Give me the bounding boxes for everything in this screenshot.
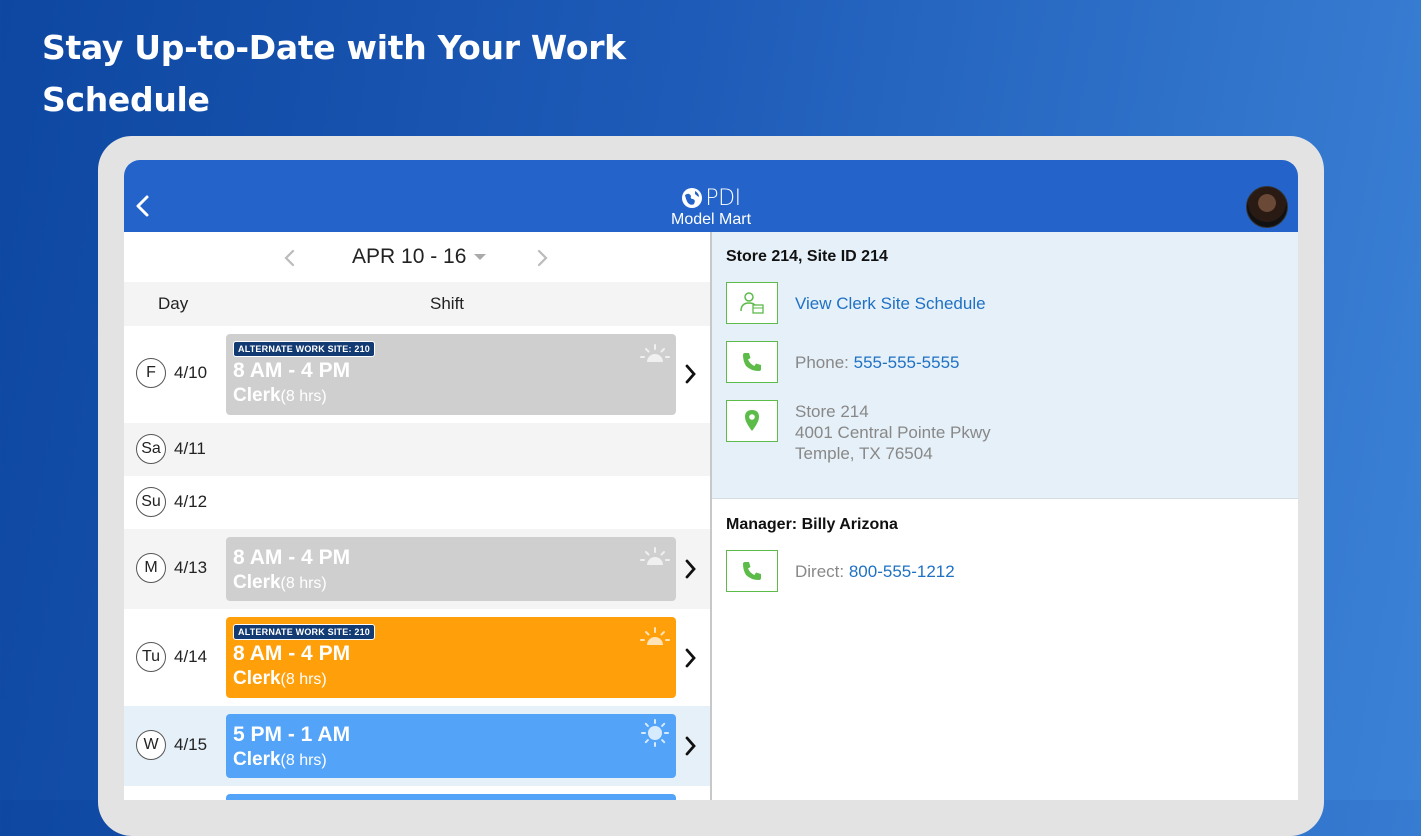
headline-line-2: Schedule bbox=[42, 80, 210, 119]
shift-card-thu[interactable] bbox=[226, 794, 676, 800]
brand-name: PDI bbox=[705, 185, 741, 211]
globe-icon bbox=[682, 188, 703, 208]
shift-card-fri[interactable]: ALTERNATE WORK SITE: 210 8 AM - 4 PM Cle… bbox=[226, 334, 676, 415]
brand-subtitle: Model Mart bbox=[670, 211, 752, 228]
day-column-header: Day bbox=[158, 294, 189, 313]
day-row-sun: Su 4/12 bbox=[124, 476, 710, 529]
site-schedule-button[interactable] bbox=[726, 282, 778, 324]
column-header: Day Shift bbox=[124, 282, 710, 327]
chevron-right-icon bbox=[537, 249, 548, 267]
shift-time: 8 AM - 4 PM bbox=[233, 642, 351, 665]
map-pin-icon bbox=[745, 410, 759, 431]
sunrise-icon bbox=[640, 627, 670, 645]
chevron-left-icon bbox=[136, 195, 149, 217]
phone-label: Phone: bbox=[795, 353, 854, 372]
shift-role: Clerk(8 hrs) bbox=[233, 749, 327, 770]
shift-hours: (8 hrs) bbox=[280, 388, 327, 405]
schedule-panel: APR 10 - 16 Day Shift F 4/10 ALTERNATE W… bbox=[124, 232, 710, 800]
day-row-mon: M 4/13 8 AM - 4 PM Clerk(8 hrs) bbox=[124, 529, 710, 609]
week-navigator: APR 10 - 16 bbox=[124, 232, 710, 282]
caret-down-icon bbox=[474, 254, 487, 261]
phone-icon bbox=[743, 562, 761, 580]
call-store-button[interactable] bbox=[726, 341, 778, 383]
chevron-right-icon[interactable] bbox=[684, 558, 698, 580]
manager-phone-link[interactable]: 800-555-1212 bbox=[849, 562, 955, 581]
shift-hours: (8 hrs) bbox=[280, 575, 327, 592]
shift-time: 8 AM - 4 PM bbox=[233, 546, 351, 569]
call-manager-button[interactable] bbox=[726, 550, 778, 592]
back-button[interactable] bbox=[132, 190, 156, 222]
manager-title: Manager: Billy Arizona bbox=[726, 516, 898, 533]
shift-role: Clerk(8 hrs) bbox=[233, 668, 327, 689]
day-row-sat: Sa 4/11 bbox=[124, 423, 710, 476]
shift-column-header: Shift bbox=[430, 294, 465, 313]
address-line-1: Store 214 bbox=[795, 402, 869, 421]
day-date: 4/12 bbox=[174, 492, 208, 511]
shift-time: 8 AM - 4 PM bbox=[233, 359, 351, 382]
day-badge: W bbox=[136, 730, 166, 760]
top-bar: PDI Model Mart bbox=[124, 160, 1298, 232]
day-date: 4/14 bbox=[174, 647, 208, 666]
day-row-tue: Tu 4/14 ALTERNATE WORK SITE: 210 8 AM - … bbox=[124, 609, 710, 706]
shift-hours: (8 hrs) bbox=[280, 671, 327, 688]
store-map-button[interactable] bbox=[726, 400, 778, 442]
store-info: Store 214, Site ID 214 View Clerk Site S… bbox=[712, 232, 1298, 499]
manager-phone: Direct: 800-555-1212 bbox=[795, 561, 955, 582]
store-title: Store 214, Site ID 214 bbox=[726, 248, 888, 265]
shift-time: 5 PM - 1 AM bbox=[233, 723, 351, 746]
schedule-person-icon bbox=[740, 292, 764, 314]
shift-role: Clerk(8 hrs) bbox=[233, 572, 327, 593]
address-line-3: Temple, TX 76504 bbox=[795, 444, 933, 463]
day-date: 4/13 bbox=[174, 558, 208, 577]
day-badge: Sa bbox=[136, 434, 166, 464]
headline: Stay Up-to-Date with Your Work Schedule bbox=[42, 22, 682, 126]
sunrise-icon bbox=[640, 344, 670, 362]
shift-card-tue[interactable]: ALTERNATE WORK SITE: 210 8 AM - 4 PM Cle… bbox=[226, 617, 676, 698]
shift-card-wed[interactable]: 5 PM - 1 AM Clerk(8 hrs) bbox=[226, 714, 676, 778]
alternate-site-badge: ALTERNATE WORK SITE: 210 bbox=[233, 624, 375, 640]
day-badge: M bbox=[136, 553, 166, 583]
view-site-schedule-link[interactable]: View Clerk Site Schedule bbox=[795, 293, 986, 314]
brand: PDI Model Mart bbox=[661, 186, 761, 232]
week-range: APR 10 - 16 bbox=[352, 245, 467, 268]
store-phone: Phone: 555-555-5555 bbox=[795, 352, 959, 373]
app-screen: PDI Model Mart APR 10 - 16 Day Shift F 4… bbox=[124, 160, 1298, 800]
store-address: Store 214 4001 Central Pointe Pkwy Templ… bbox=[795, 401, 991, 464]
day-date: 4/11 bbox=[174, 439, 206, 458]
day-badge: Su bbox=[136, 487, 166, 517]
day-date: 4/15 bbox=[174, 735, 208, 754]
direct-label: Direct: bbox=[795, 562, 849, 581]
day-row-fri: F 4/10 ALTERNATE WORK SITE: 210 8 AM - 4… bbox=[124, 326, 710, 423]
week-selector[interactable]: APR 10 - 16 bbox=[352, 245, 487, 269]
day-date: 4/10 bbox=[174, 363, 208, 382]
headline-line-1: Stay Up-to-Date with Your Work bbox=[42, 28, 626, 67]
day-badge: F bbox=[136, 358, 166, 388]
chevron-right-icon[interactable] bbox=[684, 735, 698, 757]
details-panel: Store 214, Site ID 214 View Clerk Site S… bbox=[712, 232, 1298, 800]
user-avatar[interactable] bbox=[1246, 186, 1288, 228]
chevron-left-icon bbox=[284, 249, 295, 267]
day-row-wed: W 4/15 5 PM - 1 AM Clerk(8 hrs) bbox=[124, 706, 710, 786]
shift-role: Clerk(8 hrs) bbox=[233, 385, 327, 406]
day-row-thu bbox=[124, 786, 710, 800]
address-line-2: 4001 Central Pointe Pkwy bbox=[795, 423, 991, 442]
brand-logo: PDI bbox=[661, 185, 761, 211]
day-badge: Tu bbox=[136, 642, 166, 672]
shift-card-mon[interactable]: 8 AM - 4 PM Clerk(8 hrs) bbox=[226, 537, 676, 601]
alternate-site-badge: ALTERNATE WORK SITE: 210 bbox=[233, 341, 375, 357]
sun-icon bbox=[641, 719, 669, 747]
chevron-right-icon[interactable] bbox=[684, 363, 698, 385]
sunrise-icon bbox=[640, 547, 670, 565]
chevron-right-icon[interactable] bbox=[684, 647, 698, 669]
store-phone-link[interactable]: 555-555-5555 bbox=[854, 353, 960, 372]
shift-hours: (8 hrs) bbox=[280, 752, 327, 769]
previous-week-button[interactable] bbox=[280, 246, 300, 270]
next-week-button[interactable] bbox=[532, 246, 552, 270]
phone-icon bbox=[743, 353, 761, 371]
